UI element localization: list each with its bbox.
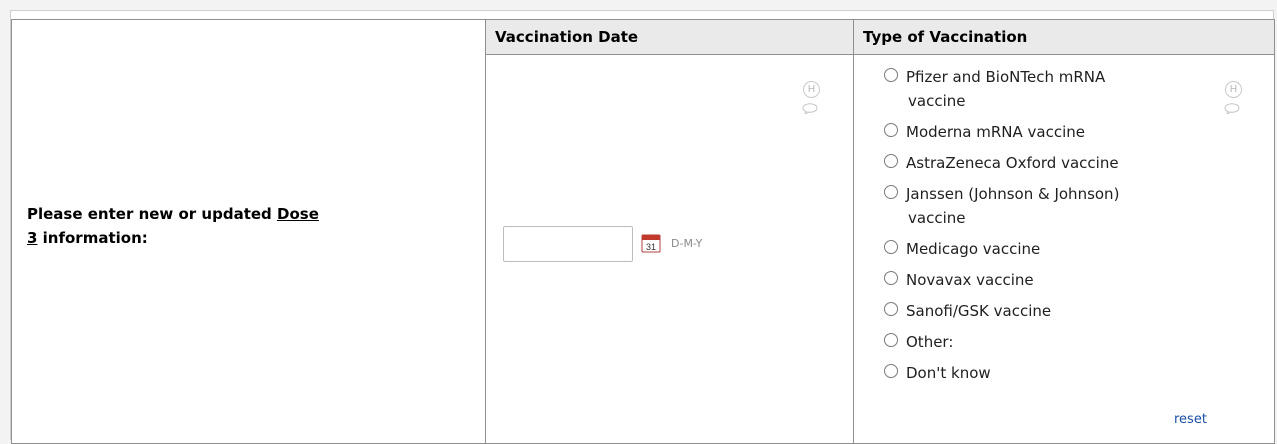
- radio-icon[interactable]: [884, 271, 898, 285]
- calendar-icon[interactable]: 31: [641, 233, 661, 253]
- column-header-type: Type of Vaccination: [853, 19, 1275, 55]
- radio-option-astrazeneca[interactable]: AstraZeneca Oxford vaccine: [884, 151, 1219, 175]
- column-header-date: Vaccination Date: [485, 19, 854, 55]
- radio-icon[interactable]: [884, 333, 898, 347]
- vaccination-date-input[interactable]: [503, 226, 633, 262]
- reset-link[interactable]: reset: [1174, 412, 1207, 427]
- radio-icon[interactable]: [884, 364, 898, 378]
- question-label-text: Please enter new or updated: [27, 205, 278, 223]
- date-cell: H 31 D-M-Y: [485, 54, 854, 444]
- option-label: Moderna mRNA vaccine: [906, 123, 1085, 141]
- form-container: Please enter new or updated Dose 3 infor…: [10, 10, 1275, 444]
- radio-option-janssen[interactable]: Janssen (Johnson & Johnson) vaccine: [884, 182, 1219, 230]
- radio-option-other[interactable]: Other:: [884, 330, 1219, 354]
- radio-icon[interactable]: [884, 68, 898, 82]
- history-icon[interactable]: H: [1225, 81, 1242, 98]
- option-label: AstraZeneca Oxford vaccine: [906, 154, 1119, 172]
- dose-word: Dose: [277, 205, 319, 223]
- radio-icon[interactable]: [884, 240, 898, 254]
- option-label: Don't know: [906, 364, 991, 382]
- vaccine-type-cell: H Pfizer and BioNTech mRNA vaccine Moder…: [853, 54, 1275, 444]
- history-icon[interactable]: H: [803, 81, 820, 98]
- question-label-suffix: information:: [37, 229, 148, 247]
- option-label: Sanofi/GSK vaccine: [906, 302, 1052, 320]
- radio-icon[interactable]: [884, 185, 898, 199]
- radio-option-novavax[interactable]: Novavax vaccine: [884, 268, 1219, 292]
- question-label: Please enter new or updated Dose 3 infor…: [27, 202, 319, 250]
- comment-icon[interactable]: [802, 103, 818, 114]
- option-label-continued: vaccine: [908, 92, 966, 110]
- radio-option-sanofi[interactable]: Sanofi/GSK vaccine: [884, 299, 1219, 323]
- option-label: Novavax vaccine: [906, 271, 1034, 289]
- option-label: Janssen (Johnson & Johnson): [906, 185, 1120, 203]
- vaccine-radio-group: Pfizer and BioNTech mRNA vaccine Moderna…: [884, 65, 1219, 392]
- radio-icon[interactable]: [884, 302, 898, 316]
- radio-option-pfizer[interactable]: Pfizer and BioNTech mRNA vaccine: [884, 65, 1219, 113]
- option-label: Other:: [906, 333, 954, 351]
- radio-option-dont-know[interactable]: Don't know: [884, 361, 1219, 385]
- svg-text:31: 31: [646, 242, 656, 252]
- comment-icon[interactable]: [1224, 103, 1240, 114]
- option-label: Pfizer and BioNTech mRNA: [906, 68, 1106, 86]
- option-label: Medicago vaccine: [906, 240, 1041, 258]
- date-format-label: D-M-Y: [671, 237, 703, 250]
- radio-icon[interactable]: [884, 154, 898, 168]
- radio-option-moderna[interactable]: Moderna mRNA vaccine: [884, 120, 1219, 144]
- radio-option-medicago[interactable]: Medicago vaccine: [884, 237, 1219, 261]
- dose-number: 3: [27, 229, 38, 247]
- radio-icon[interactable]: [884, 123, 898, 137]
- option-label-continued: vaccine: [908, 209, 966, 227]
- question-label-cell: Please enter new or updated Dose 3 infor…: [11, 19, 486, 444]
